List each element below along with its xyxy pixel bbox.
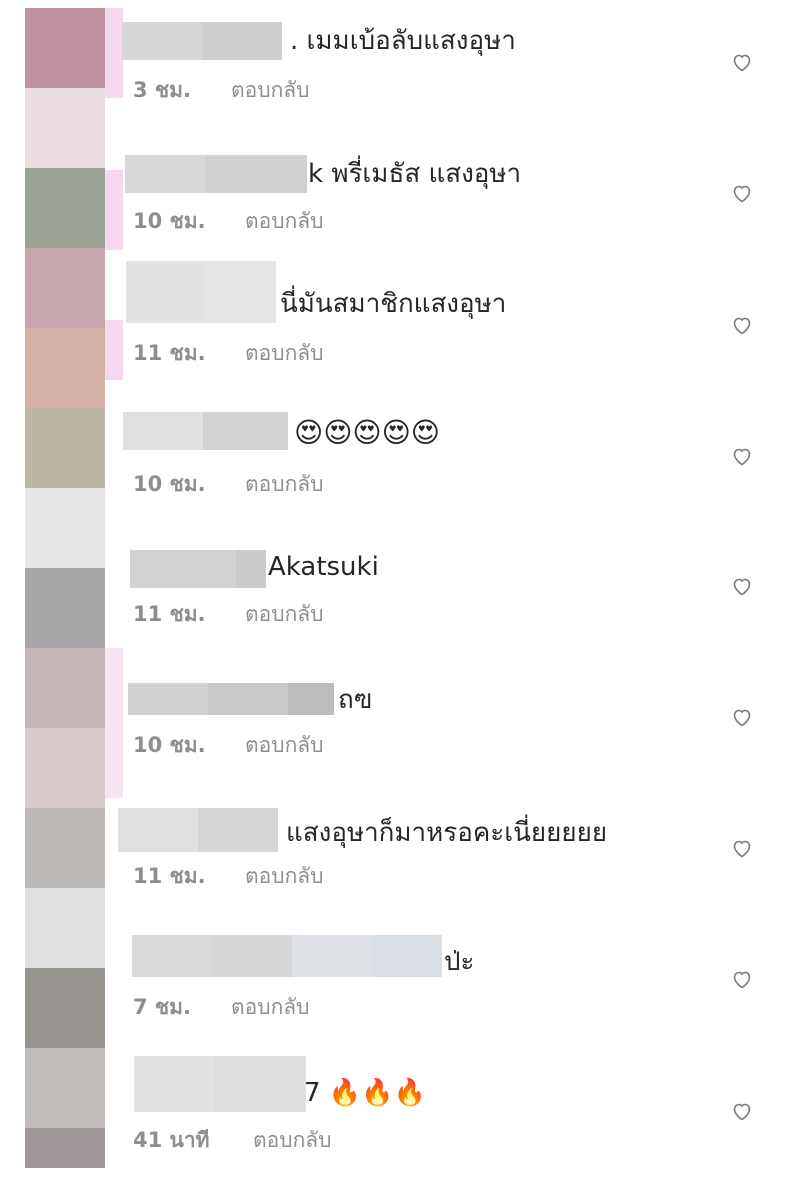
blurred-username	[132, 935, 442, 977]
comment-meta: 3 ชม. ตอบกลับ	[133, 74, 310, 107]
like-heart-icon[interactable]	[730, 705, 754, 729]
reply-button[interactable]: ตอบกลับ	[245, 598, 324, 631]
comment-time: 11 ชม.	[133, 341, 206, 365]
comment-time: 11 ชม.	[133, 602, 206, 626]
comment-time: 41 นาที	[133, 1128, 210, 1152]
reply-button[interactable]: ตอบกลับ	[231, 991, 310, 1024]
comment-meta: 11 ชม. ตอบกลับ	[133, 860, 324, 893]
reply-button[interactable]: ตอบกลับ	[253, 1124, 332, 1157]
comment-item: นี่มันสมาชิกแสงอุษา 11 ชม. ตอบกลับ	[0, 259, 800, 389]
blurred-username	[118, 808, 278, 852]
comment-text: นี่มันสมาชิกแสงอุษา	[280, 289, 507, 319]
reply-button[interactable]: ตอบกลับ	[245, 860, 324, 893]
like-heart-icon[interactable]	[730, 836, 754, 860]
like-heart-icon[interactable]	[730, 967, 754, 991]
like-heart-icon[interactable]	[730, 444, 754, 468]
comment-item: ป่ะ 7 ชม. ตอบกลับ	[0, 927, 800, 1057]
comment-meta: 11 ชม. ตอบกลับ	[133, 337, 324, 370]
comment-item: ถฃ 10 ชม. ตอบกลับ	[0, 665, 800, 795]
blurred-username	[122, 22, 290, 60]
blurred-username	[123, 412, 288, 450]
reply-button[interactable]: ตอบกลับ	[245, 337, 324, 370]
comment-meta: 10 ชม. ตอบกลับ	[133, 205, 324, 238]
blurred-username	[130, 550, 266, 588]
like-heart-icon[interactable]	[730, 1099, 754, 1123]
blurred-username	[128, 683, 334, 715]
blurred-username	[134, 1056, 306, 1112]
comment-time: 10 ชม.	[133, 209, 206, 233]
comment-item: k พรี่เมธัส แสงอุษา 10 ชม. ตอบกลับ	[0, 141, 800, 271]
like-heart-icon[interactable]	[730, 574, 754, 598]
comment-text: k พรี่เมธัส แสงอุษา	[308, 159, 522, 189]
reply-button[interactable]: ตอบกลับ	[245, 468, 324, 501]
like-heart-icon[interactable]	[730, 313, 754, 337]
reply-button[interactable]: ตอบกลับ	[245, 729, 324, 762]
comment-time: 10 ชม.	[133, 472, 206, 496]
like-heart-icon[interactable]	[730, 50, 754, 74]
like-heart-icon[interactable]	[730, 181, 754, 205]
comment-time: 10 ชม.	[133, 733, 206, 757]
comment-meta: 10 ชม. ตอบกลับ	[133, 729, 324, 762]
blurred-username	[125, 155, 307, 193]
comment-text: ป่ะ	[444, 947, 475, 977]
blurred-username	[126, 261, 276, 323]
comment-text: แสงอุษาก็มาหรอคะเนี่ยยยยย	[286, 818, 608, 848]
comment-item: แสงอุษาก็มาหรอคะเนี่ยยยยย 11 ชม. ตอบกลับ	[0, 796, 800, 926]
reply-button[interactable]: ตอบกลับ	[245, 205, 324, 238]
comment-meta: 11 ชม. ตอบกลับ	[133, 598, 324, 631]
comment-item: 7 🔥🔥🔥 41 นาที ตอบกลับ	[0, 1050, 800, 1180]
comment-text: 😍😍😍😍😍	[294, 416, 440, 449]
comment-item: . เมมเบ้อลับแสงอุษา 3 ชม. ตอบกลับ	[0, 10, 800, 140]
comment-text: Akatsuki	[268, 552, 379, 582]
comment-text: ถฃ	[338, 685, 373, 715]
comment-text: 7 🔥🔥🔥	[304, 1078, 426, 1108]
comment-time: 7 ชม.	[133, 995, 191, 1019]
comment-item: Akatsuki 11 ชม. ตอบกลับ	[0, 534, 800, 664]
comment-meta: 10 ชม. ตอบกลับ	[133, 468, 324, 501]
comment-item: 😍😍😍😍😍 10 ชม. ตอบกลับ	[0, 402, 800, 532]
comment-time: 11 ชม.	[133, 864, 206, 888]
comment-time: 3 ชม.	[133, 78, 191, 102]
comment-meta: 7 ชม. ตอบกลับ	[133, 991, 310, 1024]
comment-text: . เมมเบ้อลับแสงอุษา	[290, 26, 516, 56]
reply-button[interactable]: ตอบกลับ	[231, 74, 310, 107]
comment-meta: 41 นาที ตอบกลับ	[133, 1124, 332, 1157]
